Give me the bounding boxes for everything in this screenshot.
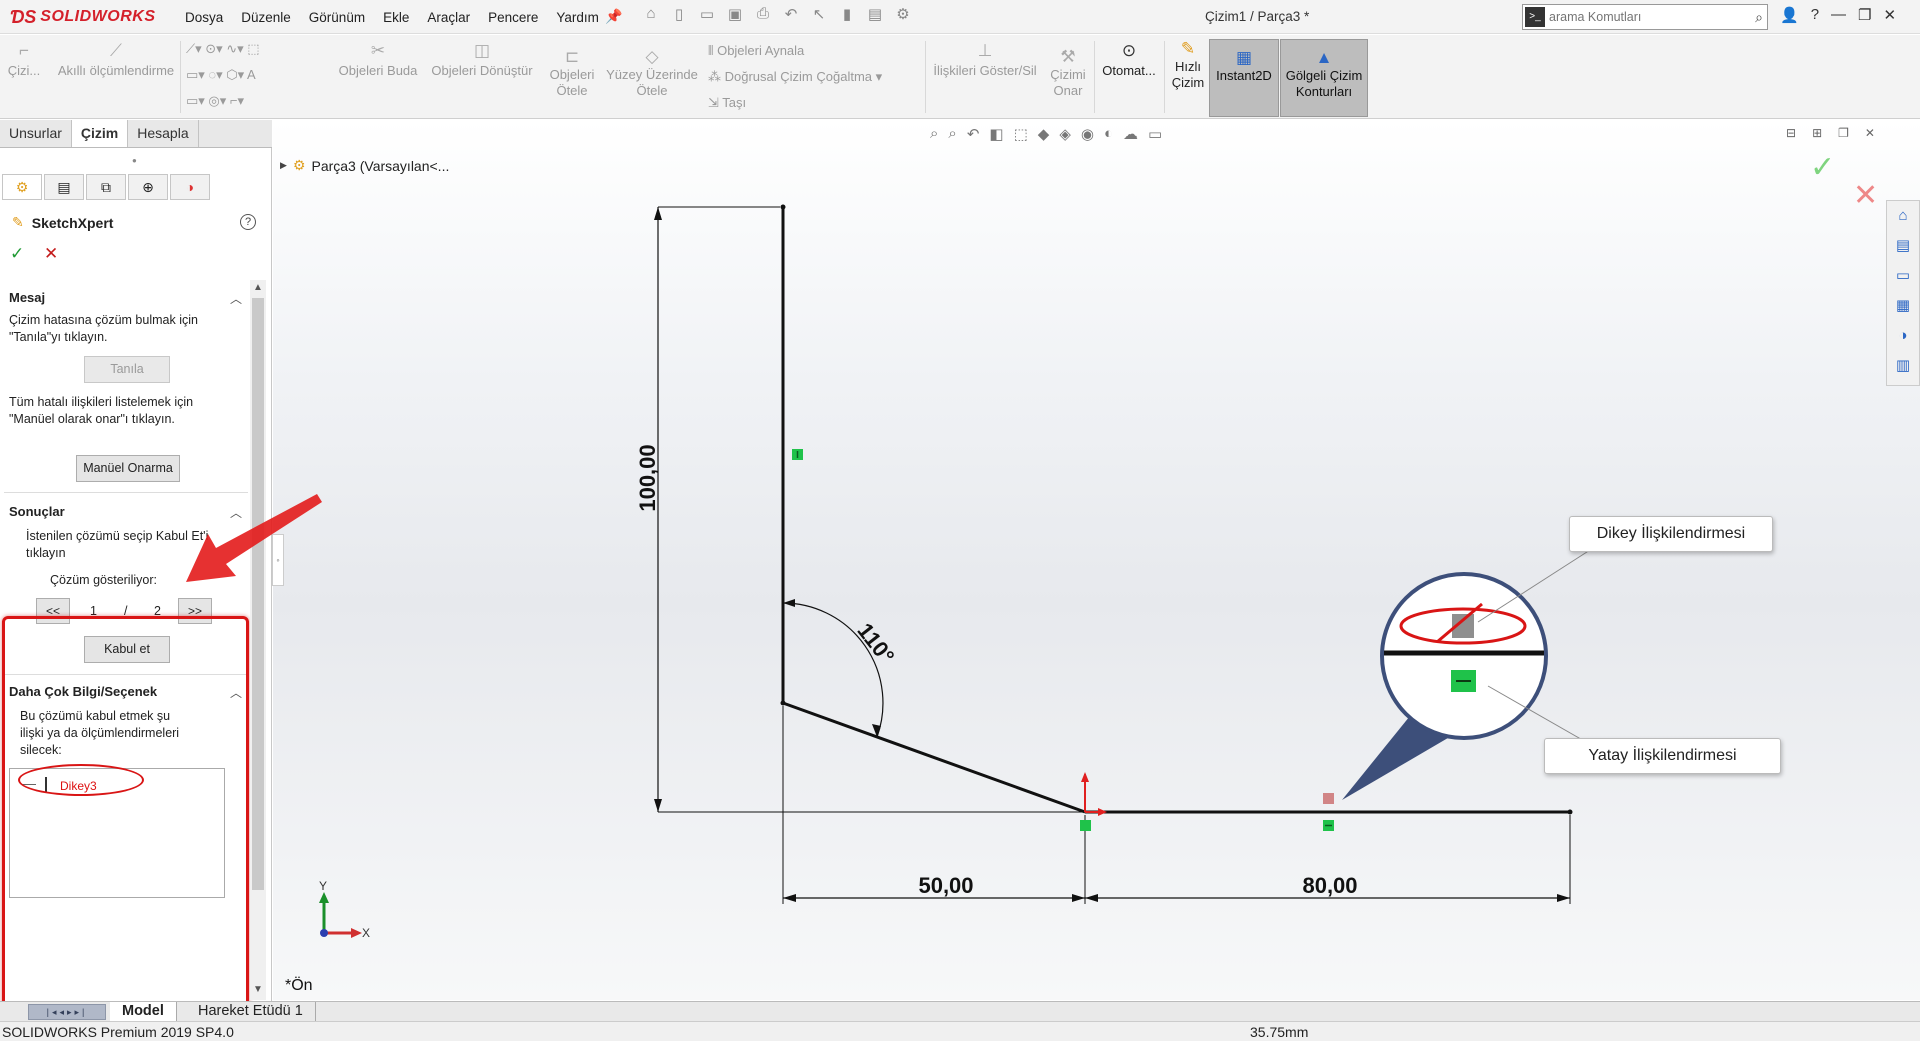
tab-motion-study[interactable]: Hareket Etüdü 1 [186,1002,316,1022]
deleted-relation-marker[interactable] [1323,793,1334,804]
view-orientation-label: *Ön [285,977,313,994]
triad-arrowhead [319,892,329,903]
sketch-point[interactable] [1567,809,1573,815]
triad-y-label: Y [319,879,327,893]
dimension-vertical-text[interactable]: 100,00 [635,444,660,511]
coincident-relation-marker[interactable] [1080,820,1091,831]
dimension-angle-text[interactable]: 110° [852,618,899,668]
origin-arrowhead [1098,808,1107,816]
sketch-point[interactable] [780,700,786,706]
dimension-arrowhead [654,799,662,812]
tab-model[interactable]: Model [110,1002,177,1022]
magnifier-circle [1380,572,1548,740]
dimension-h2-text[interactable]: 80,00 [1302,873,1357,898]
triad-origin [320,929,328,937]
origin-arrowhead [1081,772,1089,782]
dimension-arrowhead [1557,894,1570,902]
dimension-arrowhead [1072,894,1085,902]
vertical-relation-callout: Dikey İlişkilendirmesi [1569,516,1773,552]
dimension-h1-text[interactable]: 50,00 [918,873,973,898]
model-tabs-bar: |◂◂▸▸| Model Hareket Etüdü 1 [0,1001,1920,1022]
triad-arrowhead [351,928,362,938]
red-arrow-annotation [186,494,322,582]
triad-x-label: X [362,926,370,940]
sketch-canvas: 100,00 50,00 80,00 110° Y X [186,204,1601,940]
measurement-readout: 35.75mm [1250,1024,1309,1040]
dimension-arrowhead [783,599,795,607]
sketch-point[interactable] [780,204,786,210]
dimension-arrowhead [783,894,796,902]
angled-sketch-line[interactable] [782,701,1086,814]
status-bar: SOLIDWORKS Premium 2019 SP4.0 35.75mm [0,1021,1920,1041]
product-version: SOLIDWORKS Premium 2019 SP4.0 [2,1024,234,1040]
dimension-arrowhead [1085,894,1098,902]
tab-scroll-arrows-icon[interactable]: |◂◂▸▸| [28,1004,106,1020]
horizontal-relation-callout: Yatay İlişkilendirmesi [1544,738,1781,774]
dimension-arrowhead [654,207,662,220]
